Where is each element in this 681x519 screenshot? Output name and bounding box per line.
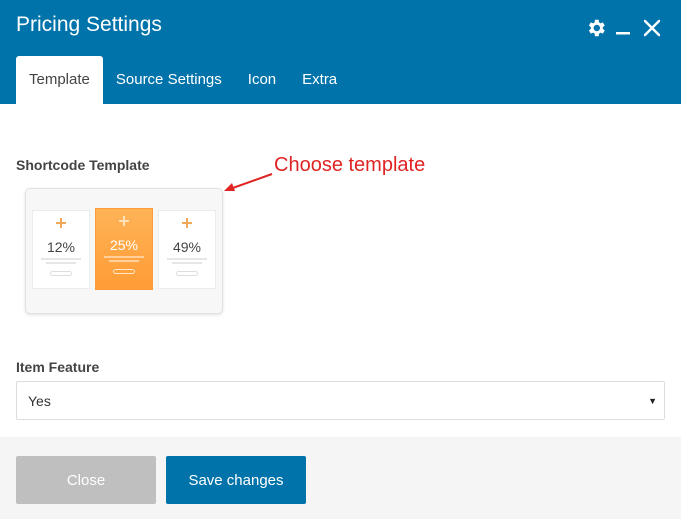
plan-button [113,269,135,274]
gear-icon[interactable] [583,15,609,41]
item-feature-select[interactable]: Yes ▼ [16,381,665,420]
plan-name [96,229,152,233]
plan-caption [158,292,216,296]
plan-percent: 12% [46,239,76,255]
choose-template-annotation: Choose template [274,154,426,176]
plan-desc-line [41,258,81,260]
tab-extra[interactable]: Extra [289,56,350,104]
plan-percent: 25% [109,237,139,253]
template-preview-card: 12% [32,210,90,289]
close-icon[interactable] [639,15,665,41]
shortcode-template-label: Shortcode Template [16,157,150,173]
plan-percent: 49% [172,239,202,255]
annotation-arrow-icon [224,173,273,191]
template-preview-card-featured: 25% [95,208,153,290]
item-feature-label: Item Feature [16,359,100,375]
plan-button [176,271,198,276]
plan-icon [56,218,66,228]
close-button[interactable]: Close [16,456,156,504]
plan-name [159,231,215,235]
save-changes-button[interactable]: Save changes [166,456,306,504]
plan-caption [95,292,153,296]
tab-bar: Template Source Settings Icon Extra [16,56,350,104]
tab-icon[interactable]: Icon [235,56,289,104]
modal-title: Pricing Settings [16,13,162,36]
plan-icon [182,218,192,228]
plan-desc-line [104,256,144,258]
plan-desc-line [167,258,207,260]
item-feature-value: Yes [28,393,51,409]
plan-button [50,271,72,276]
template-preview-card: 49% [158,210,216,289]
tab-source-settings[interactable]: Source Settings [103,56,235,104]
plan-name [33,231,89,235]
plan-desc-line [109,260,139,262]
tab-template[interactable]: Template [16,56,103,104]
modal-footer: Close Save changes [0,437,681,519]
plan-desc-line [172,262,202,264]
modal-header: Pricing Settings Template Source Setting… [0,0,681,104]
caret-down-icon: ▼ [648,396,657,406]
plan-icon [119,216,129,226]
plan-caption [32,292,90,296]
minimize-icon[interactable] [610,15,636,41]
template-thumbnail[interactable]: 12% 25% 49% [25,188,223,314]
plan-desc-line [46,262,76,264]
